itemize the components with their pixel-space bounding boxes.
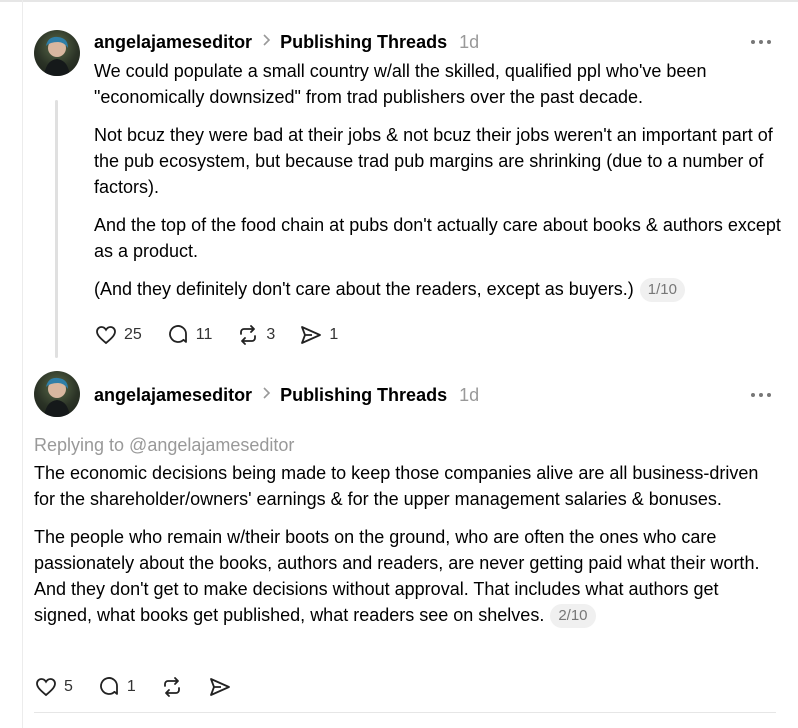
username[interactable]: angelajameseditor — [94, 385, 252, 406]
repost-icon — [240, 325, 257, 345]
post-1: angelajameseditor Publishing Threads 1d … — [34, 30, 781, 360]
share-button[interactable]: 1 — [299, 323, 338, 347]
paragraph-text: (And they definitely don't care about th… — [94, 279, 634, 299]
post-2: angelajameseditor Publishing Threads 1d … — [34, 371, 774, 711]
more-dots-icon[interactable] — [748, 30, 774, 54]
action-bar: 25 11 3 1 — [94, 323, 362, 347]
like-count: 25 — [124, 326, 142, 343]
paragraph: The people who remain w/their boots on t… — [34, 524, 769, 628]
paragraph: (And they definitely don't care about th… — [94, 276, 784, 302]
repost-button[interactable] — [160, 675, 184, 699]
action-bar: 5 1 — [34, 675, 256, 699]
paragraph: And the top of the food chain at pubs do… — [94, 215, 781, 261]
replying-to[interactable]: Replying to @angelajameseditor — [34, 432, 769, 458]
top-border — [0, 0, 798, 2]
paragraph-text: The people who remain w/their boots on t… — [34, 527, 760, 625]
more-dots-icon[interactable] — [748, 383, 774, 407]
share-button[interactable] — [208, 675, 232, 699]
repost-button[interactable]: 3 — [236, 323, 275, 347]
repost-icon — [163, 677, 180, 697]
paragraph: Not bcuz they were bad at their jobs & n… — [94, 125, 773, 197]
chevron-right-icon — [262, 386, 272, 404]
timestamp: 1d — [459, 384, 480, 405]
reply-count: 1 — [126, 678, 136, 695]
like-button[interactable]: 5 — [34, 675, 73, 699]
post-header: angelajameseditor Publishing Threads 1d — [94, 383, 479, 407]
paragraph: We could populate a small country w/all … — [94, 61, 707, 107]
reply-button[interactable]: 11 — [166, 323, 213, 347]
left-border — [22, 0, 23, 728]
reply-button[interactable]: 1 — [97, 675, 136, 699]
comment-icon — [168, 325, 187, 343]
chevron-right-icon — [262, 33, 272, 51]
page-indicator: 2/10 — [550, 604, 596, 628]
page-indicator: 1/10 — [639, 278, 685, 302]
comment-icon — [100, 677, 118, 695]
share-count: 1 — [329, 326, 339, 343]
share-icon — [301, 326, 322, 344]
post-text: Replying to @angelajameseditor The econo… — [34, 432, 769, 640]
username[interactable]: angelajameseditor — [94, 32, 252, 53]
avatar[interactable] — [34, 30, 80, 76]
heart-icon — [96, 326, 116, 345]
thread-line — [55, 100, 58, 358]
divider — [34, 712, 776, 713]
reply-count: 11 — [195, 326, 213, 343]
topic-link[interactable]: Publishing Threads — [280, 32, 447, 53]
like-count: 5 — [64, 678, 73, 695]
like-button[interactable]: 25 — [94, 323, 142, 347]
post-header: angelajameseditor Publishing Threads 1d — [94, 30, 479, 54]
post-text: We could populate a small country w/all … — [94, 58, 784, 314]
repost-count: 3 — [266, 326, 276, 343]
heart-icon — [36, 678, 56, 697]
paragraph: The economic decisions being made to kee… — [34, 463, 759, 509]
timestamp: 1d — [459, 31, 480, 52]
topic-link[interactable]: Publishing Threads — [280, 385, 447, 406]
avatar[interactable] — [34, 371, 80, 417]
share-icon — [209, 678, 230, 696]
